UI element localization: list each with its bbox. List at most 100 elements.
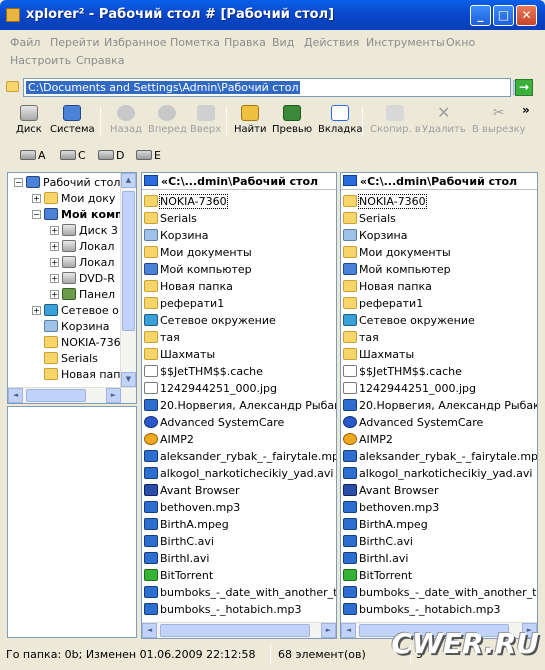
scroll-left-icon[interactable]: ◄ [8, 388, 23, 403]
file-row[interactable]: Serials [343, 210, 396, 227]
file-row[interactable]: Мой компьютер [343, 261, 451, 278]
tree-item[interactable]: + Сетевое о [32, 303, 119, 319]
menu-go[interactable]: Перейти [50, 36, 100, 49]
tree-item[interactable]: + Локал [50, 255, 114, 271]
expand-icon[interactable]: + [32, 194, 41, 203]
file-row[interactable]: bumboks_-_hotabich.mp3 [144, 601, 301, 618]
up-button[interactable]: Вверх [190, 103, 221, 135]
file-row[interactable]: Сетевое окружение [343, 312, 475, 329]
expand-icon[interactable]: + [50, 274, 59, 283]
tab-button[interactable]: Вкладка [318, 103, 363, 135]
file-row[interactable]: тая [144, 329, 180, 346]
left-file-pane[interactable]: «C:\...dmin\Рабочий стол NOKIA-7360 Seria… [141, 172, 337, 639]
menu-favorites[interactable]: Избранное [104, 36, 166, 49]
menu-help[interactable]: Справка [76, 54, 124, 67]
file-row[interactable]: aleksander_rybak_-_fairytale.mp3 [343, 448, 537, 465]
delete-button[interactable]: ✕ Удалить [422, 103, 466, 136]
tree-scroll-thumb[interactable] [122, 191, 135, 331]
file-row[interactable]: Мой компьютер [144, 261, 252, 278]
file-row[interactable]: BirthI.avi [144, 550, 209, 567]
left-hscroll-thumb[interactable] [160, 624, 310, 637]
back-button[interactable]: Назад [110, 103, 142, 135]
file-row[interactable]: Avant Browser [144, 482, 240, 499]
menu-edit[interactable]: Правка [224, 36, 266, 49]
right-pane-header[interactable]: «C:\...dmin\Рабочий стол [341, 173, 537, 190]
more-chevron-icon[interactable]: » [522, 103, 530, 117]
expand-icon[interactable]: + [50, 258, 59, 267]
file-row[interactable]: BitTorrent [343, 567, 412, 584]
file-row[interactable]: Корзина [144, 227, 208, 244]
close-button[interactable]: ✕ [516, 5, 537, 26]
go-button[interactable]: → [515, 79, 533, 96]
file-row[interactable]: bumboks_-_date_with_another_ten. [144, 584, 336, 601]
file-row[interactable]: Advanced SystemCare [144, 414, 284, 431]
menu-window[interactable]: Окно [446, 36, 475, 49]
file-row[interactable]: Корзина [343, 227, 407, 244]
tree-item[interactable]: Новая пап [44, 367, 120, 383]
menu-mark[interactable]: Пометка [170, 36, 220, 49]
copy-to-button[interactable]: Скопир. в [370, 103, 421, 135]
file-row[interactable]: BirthA.mpeg [144, 516, 229, 533]
tree-vertical-scrollbar[interactable]: ▲ ▼ [120, 173, 136, 403]
address-input[interactable]: C:\Documents and Settings\Admin\Рабочий … [23, 78, 528, 97]
file-row[interactable]: $$JetTHM$$.cache [343, 363, 462, 380]
file-row[interactable]: Новая папка [144, 278, 233, 295]
disk-button[interactable]: Диск [16, 103, 42, 135]
file-row[interactable]: BirthA.mpeg [343, 516, 428, 533]
minimize-button[interactable]: _ [470, 5, 491, 26]
expand-icon[interactable]: + [50, 242, 59, 251]
find-button[interactable]: Найти [234, 103, 266, 135]
left-pane-header[interactable]: «C:\...dmin\Рабочий стол [142, 173, 336, 190]
scroll-right-icon[interactable]: ► [321, 623, 336, 638]
file-row[interactable]: Avant Browser [343, 482, 439, 499]
expand-icon[interactable]: + [50, 226, 59, 235]
system-button[interactable]: Система [50, 103, 95, 135]
title-bar[interactable]: xplorer² - Рабочий стол # [Рабочий стол]… [0, 0, 545, 30]
tree-item[interactable]: NOKIA-736 [44, 335, 121, 351]
file-row[interactable]: $$JetTHM$$.cache [144, 363, 263, 380]
right-file-pane[interactable]: «C:\...dmin\Рабочий стол NOKIA-7360 Seria… [340, 172, 538, 639]
menu-tools[interactable]: Инструменты [366, 36, 445, 49]
collapse-icon[interactable]: − [14, 178, 23, 187]
file-row[interactable]: 20.Норвегия, Александр Рыбак - F [343, 397, 537, 414]
left-horizontal-scrollbar[interactable]: ◄ ► [142, 622, 336, 638]
forward-button[interactable]: Вперед [148, 103, 187, 135]
file-row[interactable]: реферати1 [144, 295, 224, 312]
folder-tree[interactable]: − Рабочий стол + Мои доку − Мой комп + Диск 3 + Л… [7, 172, 137, 404]
file-row[interactable]: 1242944251_000.jpg [343, 380, 476, 397]
menu-view[interactable]: Вид [272, 36, 294, 49]
tree-item[interactable]: + DVD-R [50, 271, 115, 287]
drive-c-button[interactable]: C [60, 149, 86, 162]
file-row[interactable]: BirthI.avi [343, 550, 408, 567]
maximize-button[interactable]: □ [493, 5, 514, 26]
file-row[interactable]: тая [343, 329, 379, 346]
tree-item[interactable]: − Мой комп [32, 207, 123, 223]
menu-customize[interactable]: Настроить [10, 54, 71, 67]
expand-icon[interactable]: + [50, 290, 59, 299]
cut-button[interactable]: ✂ В вырезку [472, 103, 526, 135]
file-row[interactable]: bethoven.mp3 [343, 499, 439, 516]
menu-file[interactable]: Файл [10, 36, 40, 49]
menu-actions[interactable]: Действия [304, 36, 359, 49]
file-row[interactable]: реферати1 [343, 295, 423, 312]
expand-icon[interactable]: + [32, 306, 41, 315]
tree-lower-pane[interactable] [7, 406, 137, 638]
tree-hscroll-thumb[interactable] [26, 389, 86, 402]
file-row[interactable]: AIMP2 [144, 431, 194, 448]
scroll-left-icon[interactable]: ◄ [341, 623, 356, 638]
file-row[interactable]: Шахматы [144, 346, 215, 363]
file-row[interactable]: aleksander_rybak_-_fairytale.mp3 [144, 448, 336, 465]
drive-d-button[interactable]: D [98, 149, 124, 162]
tree-item[interactable]: + Мои доку [32, 191, 115, 207]
file-row[interactable]: NOKIA-7360 [144, 193, 228, 210]
tree-item[interactable]: − Рабочий стол [14, 175, 120, 191]
tree-item[interactable]: Корзина [44, 319, 109, 335]
tree-item[interactable]: + Диск 3 [50, 223, 118, 239]
tree-item[interactable]: + Панел [50, 287, 115, 303]
file-row[interactable]: Мои документы [343, 244, 451, 261]
file-row[interactable]: bethoven.mp3 [144, 499, 240, 516]
tree-item[interactable]: + Локал [50, 239, 114, 255]
drive-e-button[interactable]: E [136, 149, 161, 162]
file-row[interactable]: NOKIA-7360 [343, 193, 427, 210]
file-row[interactable]: alkogol_narkotichecikiy_yad.avi [343, 465, 532, 482]
